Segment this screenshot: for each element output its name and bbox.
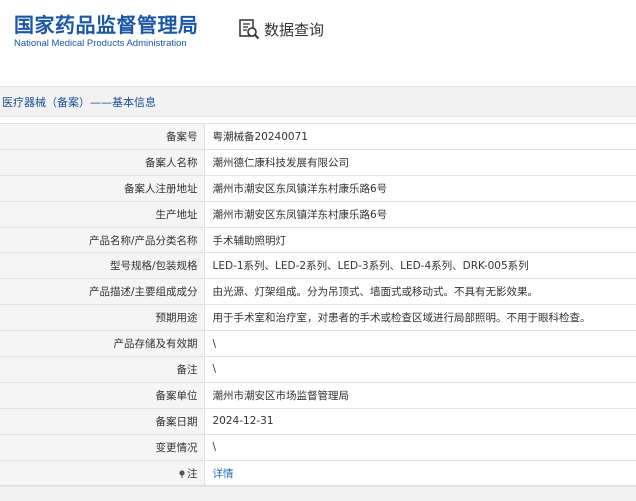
pin-icon <box>179 469 185 478</box>
row-value: \ <box>204 330 636 358</box>
row-label-text: 备案日期 <box>155 415 198 428</box>
row-label: 备注 <box>0 356 205 383</box>
row-label-text: 注 <box>187 467 198 480</box>
row-value: 手术辅助照明灯 <box>204 226 636 254</box>
row-value: 2024-12-31 <box>204 407 636 435</box>
row-label-text: 备案人注册地址 <box>124 182 198 195</box>
table-row: 备案人名称 潮州德仁康科技发展有限公司 <box>0 148 636 176</box>
breadcrumb: 医疗器械（备案）——基本信息 <box>2 96 156 109</box>
row-value: 粤潮械备20240071 <box>204 123 636 150</box>
table-row: 产品描述/主要组成成分 由光源、灯架组成。分为吊顶式、墙面式或移动式。不具有无影效… <box>0 278 636 306</box>
row-value: 由光源、灯架组成。分为吊顶式、墙面式或移动式。不具有无影效果。 <box>204 278 636 306</box>
row-value: 潮州德仁康科技发展有限公司 <box>204 148 636 176</box>
details-link[interactable]: 详情 <box>204 459 636 487</box>
row-label: 产品名称/产品分类名称 <box>0 226 205 254</box>
table-row: 型号规格/包装规格 LED-1系列、LED-2系列、LED-3系列、LED-4系列… <box>0 252 636 280</box>
table-row: 备注 \ <box>0 356 636 383</box>
row-label: 备案日期 <box>0 407 205 435</box>
row-value: 潮州市潮安区市场监督管理局 <box>204 381 636 409</box>
site-header: 国家药品监督管理局 National Medical Products Admi… <box>0 0 636 66</box>
table-row: 预期用途 用于手术室和治疗室，对患者的手术或检查区域进行局部照明。不用于眼科检查。 <box>0 304 636 332</box>
row-label-text: 变更情况 <box>155 441 198 454</box>
site-logo-subtitle: National Medical Products Administration <box>14 38 187 49</box>
site-logo-title[interactable]: 国家药品监督管理局 <box>14 9 199 38</box>
row-label: 产品描述/主要组成成分 <box>0 278 205 306</box>
row-label-text: 预期用途 <box>155 312 198 325</box>
row-label-text: 型号规格/包装规格 <box>109 260 198 273</box>
row-label: 备案单位 <box>0 381 205 409</box>
row-label: 备案人名称 <box>0 148 205 176</box>
data-query-label: 数据查询 <box>264 20 325 39</box>
table-row: 备案人注册地址 潮州市潮安区东凤镇洋东村康乐路6号 <box>0 174 636 202</box>
table-row: 生产地址 潮州市潮安区东凤镇洋东村康乐路6号 <box>0 200 636 228</box>
row-value: \ <box>204 433 636 461</box>
row-label-text: 备案人名称 <box>145 156 198 169</box>
row-value: \ <box>204 356 636 383</box>
row-label: 备案号 <box>0 123 205 150</box>
row-label: 备案人注册地址 <box>0 174 205 202</box>
row-label-text: 备案号 <box>166 130 198 143</box>
row-value: LED-1系列、LED-2系列、LED-3系列、LED-4系列、DRK-005系… <box>204 252 636 280</box>
footer-bar <box>0 486 636 501</box>
row-label-text: 备案单位 <box>155 389 198 402</box>
row-value: 潮州市潮安区东凤镇洋东村康乐路6号 <box>204 174 636 202</box>
search-document-icon <box>239 19 260 40</box>
row-label: 生产地址 <box>0 200 205 228</box>
row-label-text: 产品描述/主要组成成分 <box>88 286 198 299</box>
row-label: 预期用途 <box>0 304 205 332</box>
breadcrumb-bar: 医疗器械（备案）——基本信息 <box>0 86 636 117</box>
table-row: 产品名称/产品分类名称 手术辅助照明灯 <box>0 226 636 254</box>
row-label-text: 产品存储及有效期 <box>113 338 198 351</box>
row-label: 注 <box>0 459 205 487</box>
record-detail-table: 备案号 粤潮械备20240071 备案人名称 潮州德仁康科技发展有限公司 备案人注册地址… <box>0 123 636 487</box>
table-row: 备案日期 2024-12-31 <box>0 407 636 435</box>
row-label: 型号规格/包装规格 <box>0 252 205 280</box>
table-row: 注详情 <box>0 459 636 487</box>
data-query-link[interactable]: 数据查询 <box>238 17 324 41</box>
row-value: 用于手术室和治疗室，对患者的手术或检查区域进行局部照明。不用于眼科检查。 <box>204 304 636 332</box>
row-label-text: 生产地址 <box>155 208 198 221</box>
table-row: 备案单位 潮州市潮安区市场监督管理局 <box>0 381 636 409</box>
row-label: 变更情况 <box>0 433 205 461</box>
row-label-text: 产品名称/产品分类名称 <box>88 234 198 247</box>
table-row: 变更情况 \ <box>0 433 636 461</box>
row-value: 潮州市潮安区东凤镇洋东村康乐路6号 <box>204 200 636 228</box>
table-row: 备案号 粤潮械备20240071 <box>0 123 636 150</box>
row-label: 产品存储及有效期 <box>0 330 205 358</box>
table-row: 产品存储及有效期 \ <box>0 330 636 358</box>
row-label-text: 备注 <box>176 363 198 376</box>
